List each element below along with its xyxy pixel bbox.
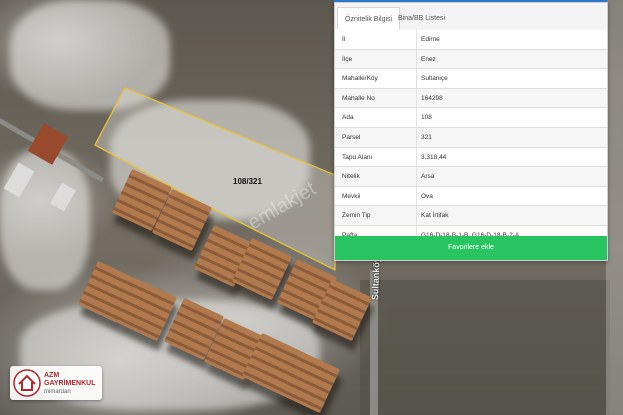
table-row: Mevkii Ova (335, 186, 607, 207)
logo-subtitle: mimardan (44, 389, 71, 395)
row-key: Mahalle/Köy (342, 75, 378, 83)
logo-line-1: AZM (44, 372, 60, 379)
row-key: Ada (342, 114, 354, 122)
row-value: Ova (421, 192, 433, 200)
add-to-favorites-button[interactable]: Favorilere ekle (335, 236, 607, 260)
table-row: İl Edirne (335, 30, 607, 50)
row-key: Mevkii (342, 192, 361, 200)
parcel-number-label: 108/321 (233, 177, 262, 186)
table-row: Zemin Tip Kat İrtifak (335, 206, 607, 226)
table-row: Nitelik Arsa (335, 167, 607, 187)
parcel-info-panel: Öznitelik Bilgisi Bina/BB Listesi İl Edir… (334, 2, 608, 261)
agency-logo: AZM GAYRİMENKUL mimardan (10, 366, 102, 400)
logo-line-2: GAYRİMENKUL (44, 380, 96, 387)
row-value: Enez (421, 55, 436, 63)
row-key: İlçe (342, 55, 353, 63)
table-row: İlçe Enez (335, 49, 607, 70)
house-logo-icon (13, 369, 41, 397)
table-row: Mahalle No 164298 (335, 88, 607, 109)
logo-title: AZM GAYRİMENKUL (44, 372, 95, 388)
row-value: 321 (421, 133, 432, 141)
row-key: Nitelik (342, 173, 360, 181)
row-value: 164298 (421, 94, 443, 102)
table-row: Ada 108 (335, 108, 607, 128)
table-row: Mahalle/Köy Sultaniçe (335, 69, 607, 89)
table-row: Parsel 321 (335, 127, 607, 148)
row-value: Kat İrtifak (421, 212, 449, 220)
row-key: Tapu Alanı (342, 153, 373, 161)
panel-tabs: Öznitelik Bilgisi Bina/BB Listesi (335, 3, 607, 31)
row-value: Sultaniçe (421, 75, 448, 83)
tab-building-list[interactable]: Bina/BB Listesi (391, 7, 452, 30)
map-edge-strip (606, 0, 623, 415)
row-value: Edirne (421, 36, 440, 43)
attribute-table: İl Edirne İlçe Enez Mahalle/Köy Sultaniçe M… (335, 30, 607, 246)
row-value: 3.318,44 (421, 153, 447, 161)
row-key: Parsel (342, 133, 361, 141)
row-value: Arsa (421, 173, 435, 181)
row-value: 108 (421, 114, 432, 122)
row-key: Mahalle No (342, 94, 375, 102)
row-key: Zemin Tip (342, 212, 371, 220)
table-row: Tapu Alanı 3.318,44 (335, 147, 607, 168)
row-key: İl (342, 36, 346, 43)
